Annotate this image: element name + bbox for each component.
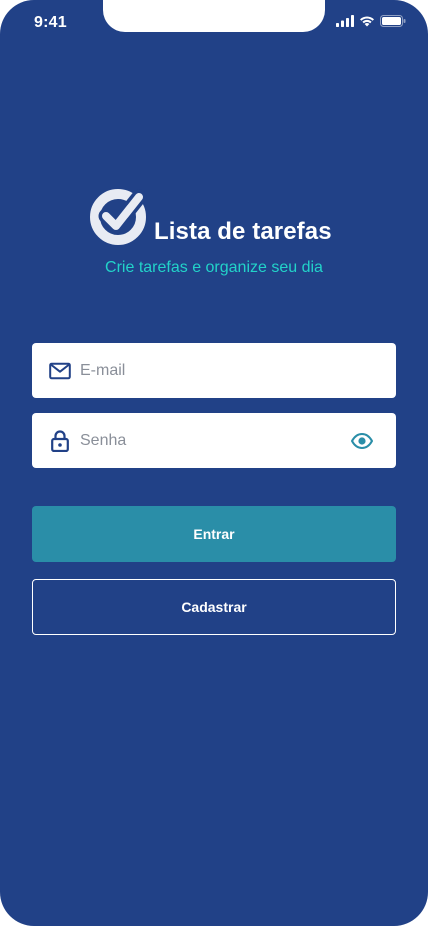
brand-header: Lista de tarefas (0, 188, 428, 248)
battery-icon (380, 15, 406, 27)
mail-icon (49, 362, 71, 379)
email-input[interactable] (80, 343, 340, 398)
lock-icon (51, 429, 69, 452)
password-field[interactable] (32, 413, 396, 468)
eye-icon[interactable] (351, 432, 373, 449)
app-subtitle: Crie tarefas e organize seu dia (105, 259, 323, 276)
password-input[interactable] (80, 413, 340, 468)
app-title: Lista de tarefas (154, 218, 332, 245)
device-notch (103, 0, 325, 32)
app-screen: 9:41 Lista de tarefas Crie tarefas e org… (0, 0, 428, 926)
register-button[interactable]: Cadastrar (32, 579, 396, 635)
status-icons (336, 15, 406, 27)
signal-icon (336, 15, 354, 27)
check-circle-icon (90, 189, 147, 245)
status-time: 9:41 (34, 14, 67, 31)
wifi-icon (360, 16, 374, 27)
email-field[interactable] (32, 343, 396, 398)
login-button[interactable]: Entrar (32, 506, 396, 562)
